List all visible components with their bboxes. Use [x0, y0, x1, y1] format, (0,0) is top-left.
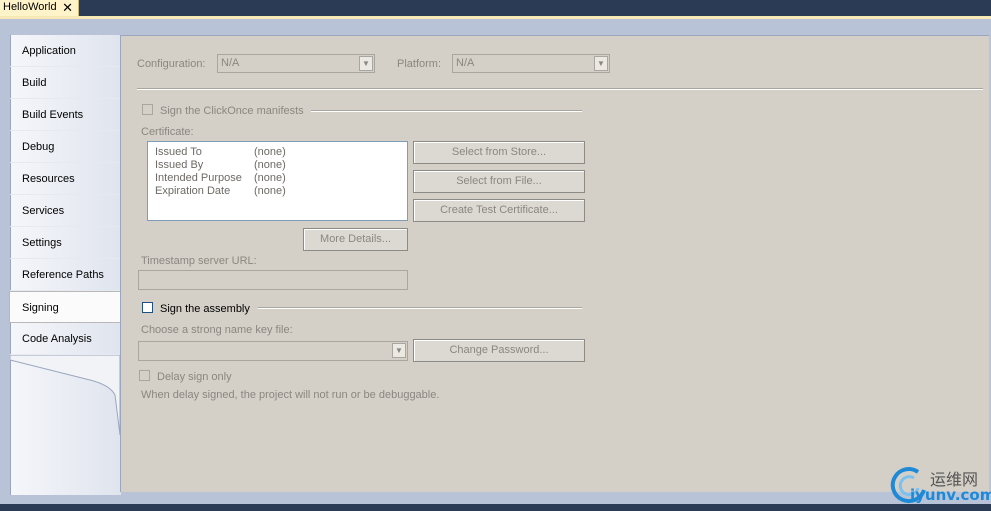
- timestamp-url-input[interactable]: [138, 270, 408, 290]
- select-from-file-button[interactable]: Select from File...: [413, 170, 585, 193]
- sign-clickonce-label: Sign the ClickOnce manifests: [160, 105, 304, 117]
- select-from-store-button[interactable]: Select from Store...: [413, 141, 585, 164]
- platform-select[interactable]: N/A ▼: [452, 54, 610, 73]
- tab-strip-tail: [10, 355, 120, 435]
- cert-key: Expiration Date: [155, 185, 231, 197]
- watermark-url-text: iyunv.com: [910, 486, 991, 504]
- platform-value: N/A: [456, 57, 475, 69]
- delay-sign-label: Delay sign only: [157, 371, 232, 383]
- configuration-select[interactable]: N/A ▼: [217, 54, 375, 73]
- sign-assembly-label: Sign the assembly: [160, 303, 250, 315]
- chevron-down-icon[interactable]: ▼: [392, 343, 406, 358]
- cert-row-issued-to: Issued To (none): [155, 146, 286, 158]
- cert-row-issued-by: Issued By (none): [155, 159, 286, 171]
- more-details-button[interactable]: More Details...: [303, 228, 408, 251]
- nav-item-settings[interactable]: Settings: [10, 227, 121, 259]
- document-tab[interactable]: HelloWorld ✕: [0, 0, 79, 16]
- watermark-logo: 运维网 iyunv.com: [888, 462, 991, 506]
- create-test-certificate-button[interactable]: Create Test Certificate...: [413, 199, 585, 222]
- cert-key: Issued By: [155, 159, 204, 171]
- delay-sign-note: When delay signed, the project will not …: [141, 389, 440, 401]
- bottom-border: [0, 504, 991, 511]
- nav-item-application[interactable]: Application: [10, 35, 121, 67]
- timestamp-label: Timestamp server URL:: [141, 255, 257, 267]
- nav-item-debug[interactable]: Debug: [10, 131, 121, 163]
- nav-item-services[interactable]: Services: [10, 195, 121, 227]
- platform-label: Platform:: [397, 58, 442, 70]
- nav-item-build[interactable]: Build: [10, 67, 121, 99]
- delay-sign-checkbox[interactable]: [139, 370, 150, 381]
- configuration-value: N/A: [221, 57, 240, 69]
- title-bar: [0, 0, 991, 16]
- change-password-button[interactable]: Change Password...: [413, 339, 585, 362]
- sign-clickonce-checkbox[interactable]: [142, 104, 153, 115]
- document-tab-label: HelloWorld: [3, 1, 57, 13]
- cert-value: (none): [254, 159, 286, 171]
- chevron-down-icon[interactable]: ▼: [594, 56, 608, 71]
- cert-key: Intended Purpose: [155, 172, 242, 184]
- sign-assembly-checkbox[interactable]: [142, 302, 153, 313]
- nav-item-signing[interactable]: Signing: [9, 291, 120, 323]
- nav-item-build-events[interactable]: Build Events: [10, 99, 121, 131]
- nav-item-code-analysis[interactable]: Code Analysis: [10, 323, 121, 355]
- cert-row-expiration-date: Expiration Date (none): [155, 185, 286, 197]
- keyfile-label: Choose a strong name key file:: [141, 324, 293, 336]
- certificate-label: Certificate:: [141, 126, 194, 138]
- keyfile-select[interactable]: ▼: [138, 341, 408, 361]
- clickonce-divider: [311, 110, 582, 112]
- cert-value: (none): [254, 172, 286, 184]
- assembly-divider: [258, 307, 582, 309]
- cert-value: (none): [254, 185, 286, 197]
- cert-value: (none): [254, 146, 286, 158]
- cert-key: Issued To: [155, 146, 202, 158]
- configuration-label: Configuration:: [137, 58, 206, 70]
- close-icon[interactable]: ✕: [62, 0, 73, 15]
- cert-row-intended-purpose: Intended Purpose (none): [155, 172, 286, 184]
- nav-item-reference-paths[interactable]: Reference Paths: [10, 259, 121, 291]
- certificate-info-box: Issued To (none) Issued By (none) Intended…: [147, 141, 408, 221]
- config-divider: [137, 88, 983, 90]
- nav-item-resources[interactable]: Resources: [10, 163, 121, 195]
- chevron-down-icon[interactable]: ▼: [359, 56, 373, 71]
